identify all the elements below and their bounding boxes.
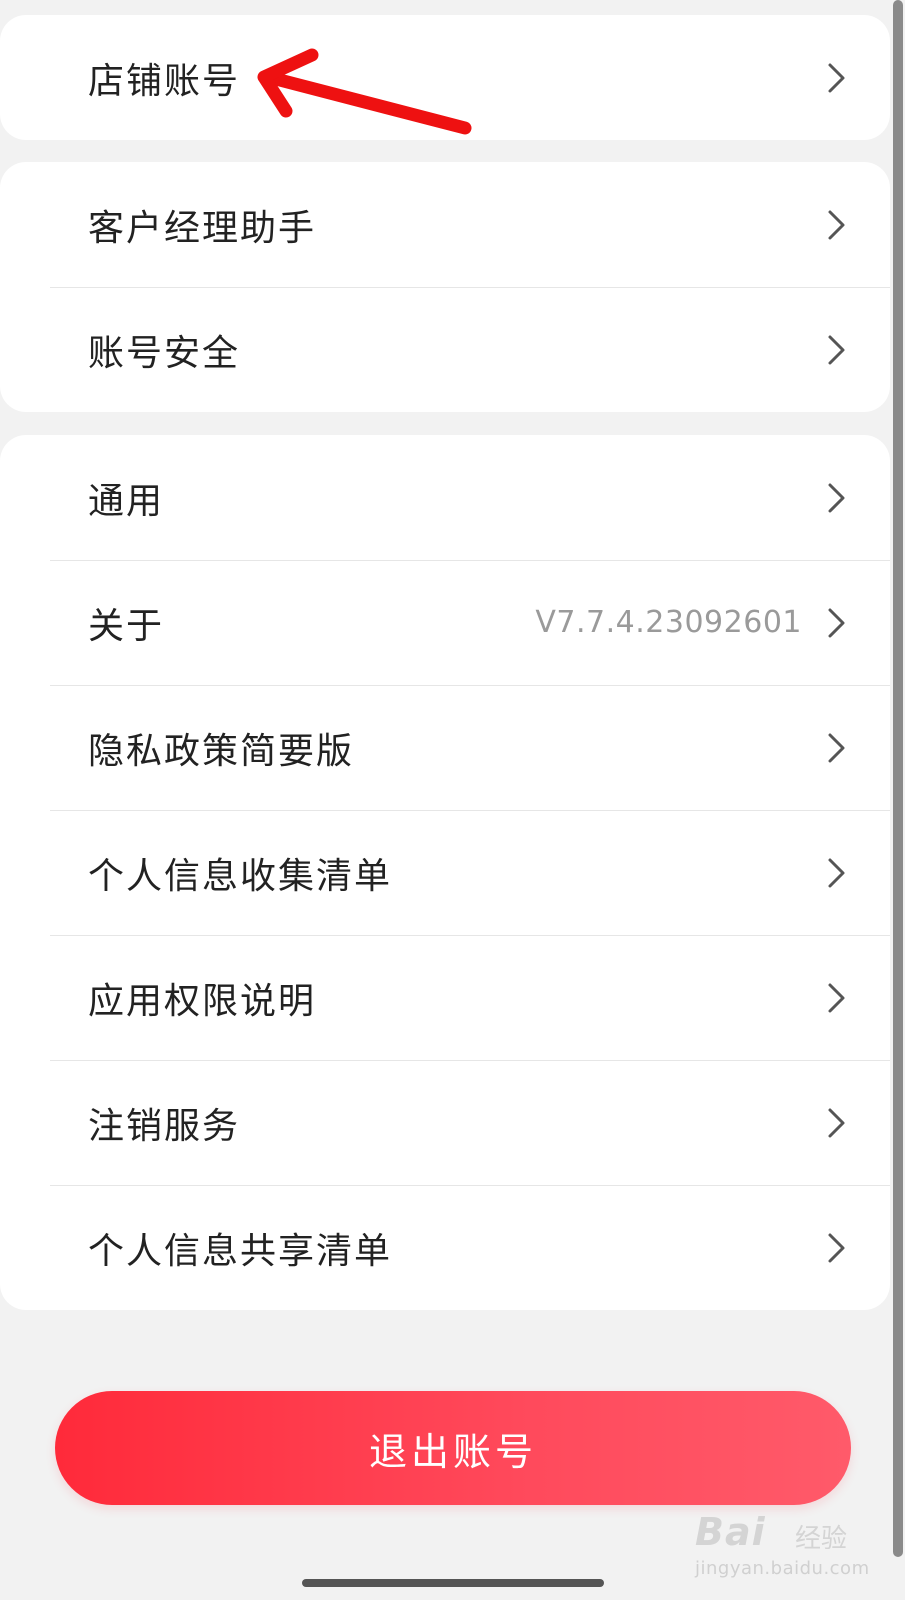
account-card: 客户经理助手 账号安全 [0,162,890,412]
chevron-right-icon [828,608,845,637]
baidu-jingyan-watermark: Bai 经验 jingyan.baidu.com [695,1500,875,1590]
chevron-right-icon [828,983,845,1012]
menu-item-label: 注销服务 [88,1105,241,1147]
menu-item-label: 个人信息共享清单 [88,1230,393,1272]
watermark-brand: Bai [695,1510,766,1554]
scrollbar[interactable] [893,0,903,1557]
menu-item-label: 个人信息收集清单 [88,855,393,897]
menu-item-label: 关于 [88,605,165,647]
menu-item-personal-info-sharing[interactable]: 个人信息共享清单 [0,1185,890,1310]
menu-item-account-manager[interactable]: 客户经理助手 [0,162,890,287]
menu-item-personal-info-collection[interactable]: 个人信息收集清单 [0,810,890,935]
chevron-right-icon [828,1108,845,1137]
menu-item-account-security[interactable]: 账号安全 [0,287,890,412]
logout-button-label: 退出账号 [368,1429,537,1474]
menu-item-privacy-policy-summary[interactable]: 隐私政策简要版 [0,685,890,810]
menu-item-label: 通用 [88,480,165,522]
settings-card: 通用 关于 V7.7.4.23092601 隐私政策简要版 个人信息收集清单 应… [0,435,890,1310]
menu-item-general[interactable]: 通用 [0,435,890,560]
store-account-card: 店铺账号 [0,15,890,140]
chevron-right-icon [828,483,845,512]
chevron-right-icon [828,733,845,762]
menu-item-cancel-service[interactable]: 注销服务 [0,1060,890,1185]
chevron-right-icon [828,1233,845,1262]
menu-item-label: 应用权限说明 [88,980,317,1022]
menu-item-label: 隐私政策简要版 [88,730,355,772]
version-value: V7.7.4.23092601 [535,605,802,640]
chevron-right-icon [828,210,845,239]
menu-item-about[interactable]: 关于 V7.7.4.23092601 [0,560,890,685]
menu-item-label: 账号安全 [88,332,241,374]
menu-item-store-account[interactable]: 店铺账号 [0,15,890,140]
chevron-right-icon [828,63,845,92]
home-indicator[interactable] [302,1579,604,1587]
menu-item-app-permissions[interactable]: 应用权限说明 [0,935,890,1060]
logout-button[interactable]: 退出账号 [55,1391,851,1505]
menu-item-label: 客户经理助手 [88,207,317,249]
watermark-brand-suffix: 经验 [795,1524,848,1554]
menu-item-label: 店铺账号 [88,60,241,102]
watermark-url: jingyan.baidu.com [695,1558,870,1579]
chevron-right-icon [828,335,845,364]
chevron-right-icon [828,858,845,887]
